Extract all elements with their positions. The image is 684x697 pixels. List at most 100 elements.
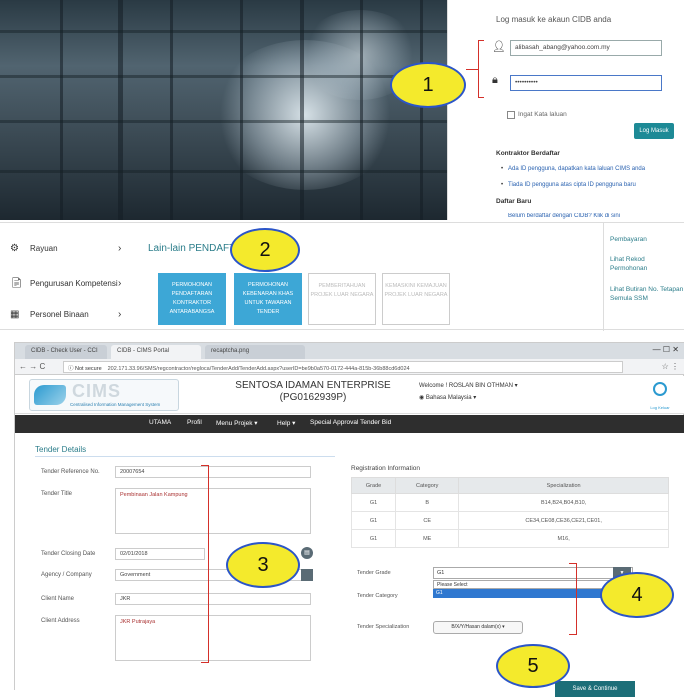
annotation-bracket — [201, 465, 209, 663]
specialization-button[interactable]: B/X/Y/Hasan dalam(x) ▾ — [433, 621, 523, 634]
login-form: Log masuk ke akaun CIDB anda 👤︎ alibasah… — [447, 0, 684, 220]
link-payment[interactable]: Pembayaran — [610, 235, 647, 244]
grade-label: Tender Grade — [357, 570, 391, 576]
competency-icon: 📄︎ — [10, 278, 23, 289]
cell-specialization: CE34,CE08,CE36,CE21,CE01, — [458, 511, 669, 530]
calendar-icon[interactable]: ▤ — [301, 547, 313, 559]
sidebar-item-rayuan[interactable]: ⚙︎ Rayuan › — [10, 243, 121, 254]
cell-category: CE — [395, 511, 460, 530]
power-icon — [653, 382, 667, 396]
registration-title: Registration Information — [351, 465, 421, 472]
sidebar-item-label: Pengurusan Kompetensi — [30, 279, 118, 288]
sidebar-item-personel[interactable]: ▦ Personel Binaan › — [10, 309, 121, 320]
tile-special-permission[interactable]: PERMOHONAN KEBENARAN KHAS UNTUK TAWARAN … — [234, 273, 302, 325]
col-header: Category — [395, 477, 460, 494]
save-continue-button[interactable]: Save & Continue — [555, 681, 635, 697]
not-secure-label: ⓘ Not secure — [68, 366, 102, 372]
registered-heading: Kontraktor Berdaftar — [496, 150, 560, 157]
menu-help[interactable]: Help ▾ — [277, 419, 295, 427]
callout-5: 5 — [496, 644, 570, 688]
new-registration-heading: Daftar Baru — [496, 198, 532, 205]
window-controls[interactable]: — ☐ ✕ — [653, 345, 679, 354]
annotation-connector — [466, 69, 478, 70]
client-label: Client Name — [41, 596, 75, 602]
grade-option[interactable]: Please Select — [433, 580, 613, 589]
closing-label: Tender Closing Date — [41, 551, 96, 557]
col-header: Grade — [350, 477, 397, 494]
login-panel: Log masuk ke akaun CIDB anda 👤︎ alibasah… — [0, 0, 684, 220]
table-row: G1 ME M16, — [350, 529, 669, 548]
callout-1: 1 — [390, 62, 466, 108]
url-field[interactable]: ⓘ Not secure 202.171.33.96/SMS/regcontrac… — [63, 361, 623, 373]
chevron-right-icon: › — [118, 309, 122, 320]
menu-utama[interactable]: UTAMA — [149, 419, 171, 426]
tile-overseas-project-update[interactable]: KEMASKINI KEMAJUAN PROJEK LUAR NEGARA — [382, 273, 450, 325]
closing-date-input[interactable]: 02/01/2018 — [115, 548, 205, 560]
title-textarea[interactable]: Pembinaan Jalan Kampung — [115, 488, 311, 534]
callout-2: 2 — [230, 228, 300, 272]
personnel-icon: ▦ — [10, 309, 20, 320]
browser-window: CIDB - Check User - CCI CIDB - CIMS Port… — [14, 342, 684, 697]
ref-input[interactable]: 20007654 — [115, 466, 311, 478]
sidebar-item-kompetensi[interactable]: 📄︎ Pengurusan Kompetensi › — [10, 278, 122, 289]
menu-profil[interactable]: Profil — [187, 419, 202, 426]
tile-overseas-project-notice[interactable]: PEMBERITAHUAN PROJEK LUAR NEGARA — [308, 273, 376, 325]
title-label: Tender Title — [41, 491, 73, 497]
cell-grade: G1 — [350, 529, 397, 548]
cell-specialization: M16, — [458, 529, 669, 548]
appeal-icon: ⚙︎ — [10, 243, 19, 254]
bookmark-icon[interactable]: ☆ ⋮ — [662, 362, 679, 371]
browser-tab[interactable]: CIDB - Check User - CCI — [25, 345, 107, 359]
welcome-user[interactable]: Welcome ! ROSLAN BIN OTHMAN ▾ — [419, 382, 518, 389]
client-input[interactable]: JKR — [115, 593, 311, 605]
registered-link-2[interactable]: Tiada ID pengguna atas cipta ID pengguna… — [501, 182, 636, 188]
grade-select[interactable]: G1 — [433, 567, 633, 579]
link-ssm-reset[interactable]: Lihat Butiran No. Tetapan Semula SSM — [610, 285, 684, 303]
address-label: Client Address — [41, 618, 80, 624]
dropdown-icon[interactable] — [301, 569, 313, 581]
annotation-bracket — [569, 563, 577, 635]
browser-tab[interactable]: recaptcha.png — [205, 345, 305, 359]
ref-label: Tender Reference No. — [41, 469, 100, 475]
url-text: 202.171.33.96/SMS/regcontractor/regloca/… — [107, 366, 410, 372]
logout-button[interactable]: Log Keluar — [645, 382, 675, 414]
chevron-right-icon: › — [118, 278, 122, 289]
lock-icon: 🔒︎ — [492, 74, 498, 86]
company-name: SENTOSA IDAMAN ENTERPRISE (PG0162939P) — [235, 380, 391, 403]
menu-projek[interactable]: Menu Projek ▾ — [216, 419, 258, 427]
address-bar: ← → C ⓘ Not secure 202.171.33.96/SMS/regc… — [15, 359, 684, 375]
password-field[interactable]: •••••••••• — [510, 75, 662, 91]
callout-3: 3 — [226, 542, 300, 588]
login-title: Log masuk ke akaun CIDB anda — [496, 15, 612, 24]
login-button[interactable]: Log Masuk — [634, 123, 674, 139]
language-select[interactable]: ◉ Bahasa Malaysia ▾ — [419, 394, 476, 401]
browser-tab-active[interactable]: CIDB - CIMS Portal — [111, 345, 201, 359]
remember-checkbox[interactable] — [507, 111, 515, 119]
cims-header: CIMS Centralised Information Management … — [15, 376, 684, 414]
logout-label: Log Keluar — [650, 405, 670, 410]
logo-text: CIMS — [72, 381, 121, 401]
cell-specialization: B14,B24,B04,B10, — [458, 493, 669, 512]
user-icon: 👤︎ — [492, 41, 506, 53]
nav-buttons[interactable]: ← → C — [19, 362, 45, 371]
username-field[interactable]: alibasah_abang@yahoo.com.my — [510, 40, 662, 56]
cell-grade: G1 — [350, 511, 397, 530]
address-textarea[interactable]: JKR Putrajaya — [115, 615, 311, 661]
sidebar-item-label: Personel Binaan — [30, 310, 89, 319]
col-header: Specialization — [458, 477, 669, 494]
callout-4: 4 — [600, 572, 674, 618]
chevron-right-icon: › — [118, 243, 122, 254]
menu-special-approval[interactable]: Special Approval Tender Bid — [310, 419, 391, 426]
registered-link-1[interactable]: Ada ID pengguna, dapatkan kata laluan CI… — [501, 166, 645, 172]
link-application-record[interactable]: Lihat Rekod Permohonan — [610, 255, 670, 273]
grade-option-selected[interactable]: G1 — [433, 589, 613, 598]
registration-table: Grade Category Specialization G1 B B14,B… — [350, 477, 669, 548]
tender-details-title: Tender Details — [35, 445, 87, 454]
new-registration-link[interactable]: Belum berdaftar dengan CIDB? Klik di sin… — [508, 213, 658, 220]
browser-tab-bar: CIDB - Check User - CCI CIDB - CIMS Port… — [15, 343, 684, 359]
specialization-label: Tender Specialization — [357, 624, 410, 630]
tile-international-registration[interactable]: PERMOHONAN PENDAFTARAN KONTRAKTOR ANTARA… — [158, 273, 226, 325]
cims-logo[interactable]: CIMS Centralised Information Management … — [29, 379, 179, 411]
logo-mark-icon — [34, 385, 66, 405]
language-label: Bahasa Malaysia ▾ — [425, 395, 477, 401]
